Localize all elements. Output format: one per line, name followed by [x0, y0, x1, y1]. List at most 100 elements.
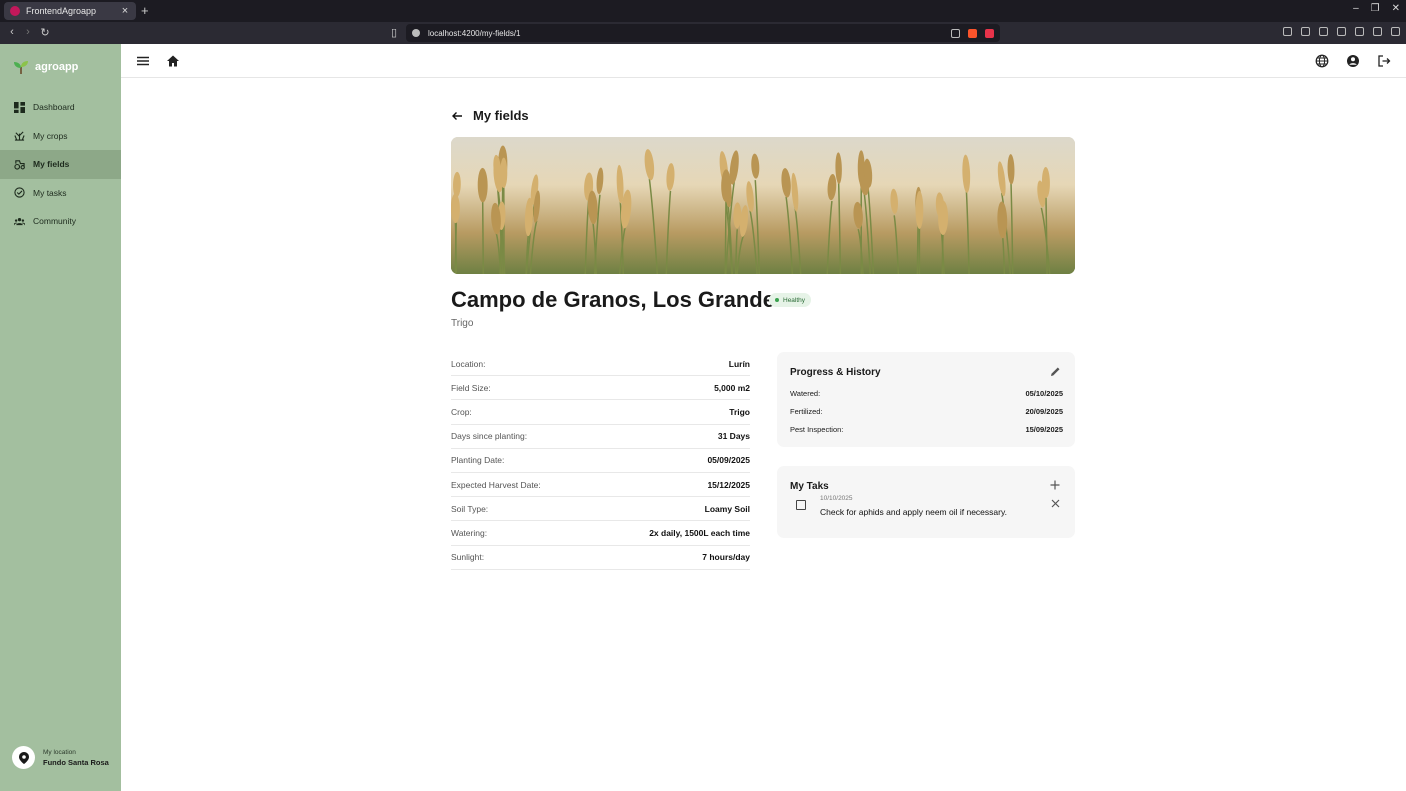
detail-row: Expected Harvest Date: 15/12/2025: [451, 473, 750, 498]
window-controls: – ❐ ✕: [1353, 3, 1400, 14]
my-tasks-card: My Taks 10/10/2025 Check for aphids and …: [777, 466, 1075, 538]
sidebar-item-my-crops[interactable]: My crops: [0, 122, 121, 151]
sprout-logo-icon: [13, 59, 29, 75]
wheat-field-image: [451, 137, 1075, 274]
logout-icon[interactable]: [1377, 54, 1391, 68]
detail-label: Planting Date:: [451, 455, 505, 466]
back-arrow-icon[interactable]: [451, 110, 463, 122]
detail-row: Location: Lurín: [451, 352, 750, 377]
detail-label: Watering:: [451, 527, 488, 538]
wallet-icon[interactable]: [1355, 27, 1364, 36]
restore-icon[interactable]: ❐: [1371, 3, 1380, 14]
download-icon[interactable]: [1301, 27, 1310, 36]
close-window-icon[interactable]: ✕: [1392, 3, 1400, 14]
add-task-icon[interactable]: [1050, 480, 1060, 490]
sidebar-toggle-icon[interactable]: [1337, 27, 1346, 36]
location-value: Fundo Santa Rosa: [43, 757, 109, 767]
status-badge: Healthy: [769, 293, 812, 307]
sidebar-item-my-tasks[interactable]: My tasks: [0, 179, 121, 208]
sidebar-item-label: Dashboard: [33, 102, 75, 113]
screenshot-icon[interactable]: [1283, 27, 1292, 36]
field-hero-image: [451, 137, 1075, 274]
detail-row: Soil Type: Loamy Soil: [451, 497, 750, 522]
card-title: My Taks: [790, 481, 829, 492]
detail-value: 05/09/2025: [707, 455, 750, 466]
my-location[interactable]: My location Fundo Santa Rosa: [12, 746, 109, 769]
sidebar-item-my-fields[interactable]: My fields: [0, 150, 121, 179]
history-value: 20/09/2025: [1025, 406, 1063, 416]
task-checkbox[interactable]: [796, 500, 806, 510]
detail-row: Planting Date: 05/09/2025: [451, 449, 750, 473]
bookmark-icon[interactable]: ▯: [387, 26, 401, 39]
browser-nav-bar: ‹ › ↻ ▯ localhost:4200/my-fields/1: [0, 22, 1406, 44]
home-icon[interactable]: [166, 54, 180, 68]
detail-value: 5,000 m2: [714, 382, 750, 393]
location-pin-icon: [12, 746, 35, 769]
sidebar-item-community[interactable]: Community: [0, 207, 121, 236]
field-details: Location: Lurín Field Size: 5,000 m2 Crop:…: [451, 352, 750, 570]
sidebar-item-label: My crops: [33, 130, 68, 141]
brave-shield-icon[interactable]: [968, 28, 977, 38]
delete-task-icon[interactable]: [1051, 499, 1060, 508]
site-info-icon[interactable]: [412, 29, 420, 37]
url-text[interactable]: localhost:4200/my-fields/1: [428, 29, 951, 38]
leo-icon[interactable]: [1373, 27, 1382, 36]
reload-icon[interactable]: ↻: [38, 26, 52, 39]
detail-label: Soil Type:: [451, 503, 489, 514]
detail-label: Field Size:: [451, 382, 491, 393]
group-icon: [14, 217, 25, 225]
card-title: Progress & History: [790, 367, 881, 378]
detail-row: Sunlight: 7 hours/day: [451, 546, 750, 570]
detail-row: Crop: Trigo: [451, 400, 750, 425]
close-tab-icon[interactable]: ×: [120, 5, 130, 17]
detail-label: Crop:: [451, 406, 472, 417]
browser-tab[interactable]: FrontendAgroapp ×: [4, 2, 136, 20]
edit-pencil-icon[interactable]: [1050, 366, 1061, 377]
detail-row: Watering: 2x daily, 1500L each time: [451, 521, 750, 546]
progress-history-card: Progress & History Watered: 05/10/2025 Fe…: [777, 352, 1075, 447]
translate-icon[interactable]: [951, 28, 960, 38]
sidebar-item-dashboard[interactable]: Dashboard: [0, 93, 121, 122]
brand[interactable]: agroapp: [13, 59, 78, 75]
sidebar-item-label: Community: [33, 216, 76, 227]
history-row: Fertilized: 20/09/2025: [790, 402, 1063, 420]
back-nav-icon[interactable]: ‹: [5, 26, 19, 38]
crop-subtitle: Trigo: [451, 318, 474, 329]
history-list: Watered: 05/10/2025 Fertilized: 20/09/2025…: [790, 384, 1063, 438]
history-row: Watered: 05/10/2025: [790, 384, 1063, 402]
wheat-stalk: [481, 199, 485, 274]
wheat-ear: [915, 190, 924, 230]
rewards-icon[interactable]: [985, 28, 994, 38]
task-date: 10/10/2025: [820, 495, 853, 502]
globe-icon[interactable]: [1315, 54, 1329, 68]
sidebar: agroapp Dashboard My crops My fields My …: [0, 44, 121, 791]
detail-value: 31 Days: [717, 431, 750, 442]
crops-icon: [14, 131, 25, 141]
tractor-icon: [14, 160, 25, 170]
minimize-icon[interactable]: –: [1353, 3, 1359, 14]
hamburger-menu-icon[interactable]: [136, 54, 150, 68]
detail-label: Location:: [451, 358, 486, 369]
history-label: Pest Inspection:: [790, 424, 844, 434]
address-bar[interactable]: localhost:4200/my-fields/1: [406, 24, 1000, 42]
detail-row: Days since planting: 31 Days: [451, 425, 750, 449]
detail-value: 7 hours/day: [702, 552, 750, 563]
history-label: Watered:: [790, 388, 821, 398]
menu-icon[interactable]: [1391, 27, 1400, 36]
browser-tab-bar: FrontendAgroapp × + – ❐ ✕: [0, 0, 1406, 22]
dashboard-icon: [14, 101, 25, 113]
browser-toolbar: [1283, 27, 1400, 36]
detail-value: 2x daily, 1500L each time: [649, 527, 750, 538]
favicon-icon: [10, 6, 20, 16]
history-row: Pest Inspection: 15/09/2025: [790, 420, 1063, 438]
detail-value: Loamy Soil: [704, 503, 750, 514]
status-dot-icon: [775, 298, 779, 302]
page-title: My fields: [473, 108, 529, 123]
new-tab-icon[interactable]: +: [141, 3, 149, 18]
forward-nav-icon[interactable]: ›: [21, 26, 35, 38]
detail-value: 15/12/2025: [707, 479, 750, 490]
media-icon[interactable]: [1319, 27, 1328, 36]
app-header: [121, 44, 1406, 78]
brand-name: agroapp: [35, 61, 79, 73]
account-icon[interactable]: [1346, 54, 1360, 68]
